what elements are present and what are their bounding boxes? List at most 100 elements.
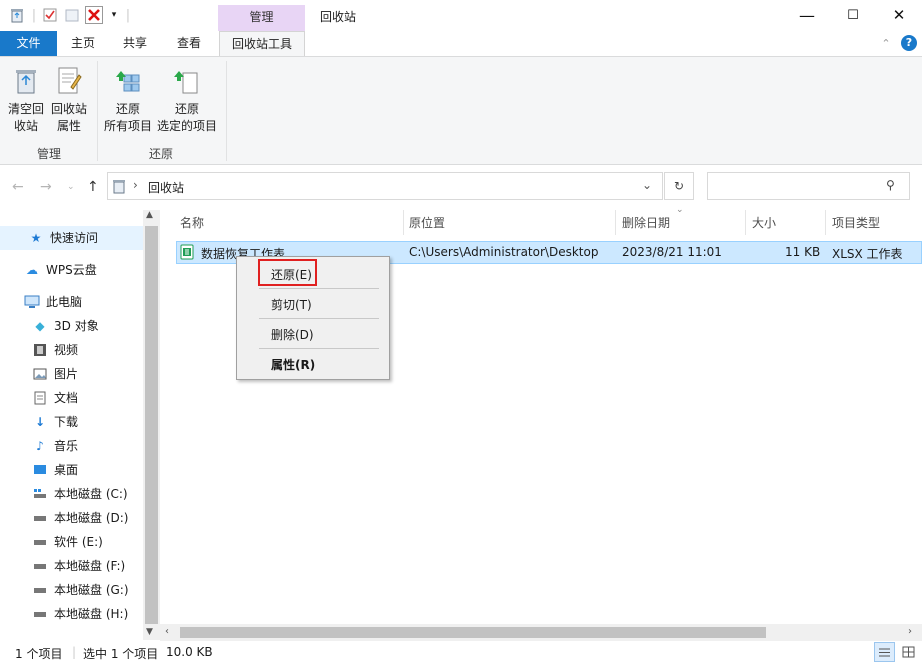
tab-recycle-bin-tools[interactable]: 回收站工具: [219, 31, 305, 57]
breadcrumb-chevron-icon[interactable]: ›: [133, 178, 138, 192]
forward-arrow-icon[interactable]: →: [40, 179, 52, 195]
nav-drive-g[interactable]: 本地磁盘 (G:): [32, 578, 129, 602]
column-header-type[interactable]: 项目类型: [832, 213, 880, 235]
scroll-up-icon[interactable]: ▲: [146, 210, 153, 220]
star-icon: ★: [30, 231, 42, 245]
system-drive-icon: [32, 486, 48, 502]
nav-label: WPS云盘: [46, 263, 97, 277]
nav-label: 本地磁盘 (G:): [54, 583, 129, 597]
empty-recycle-bin-button[interactable]: 清空回 收站: [6, 65, 46, 135]
nav-label: 下载: [54, 415, 79, 429]
status-item-count: 1 个项目: [15, 647, 63, 661]
drive-icon: [32, 558, 48, 574]
file-size: 11 KB: [785, 245, 821, 259]
drive-icon: [32, 510, 48, 526]
recycle-bin-icon: [112, 179, 126, 197]
nav-drive-c[interactable]: 本地磁盘 (C:): [32, 482, 128, 506]
up-arrow-icon[interactable]: ↑: [87, 179, 99, 195]
nav-drive-e[interactable]: 软件 (E:): [32, 530, 103, 554]
status-separator: |: [72, 645, 77, 659]
nav-label: 3D 对象: [54, 319, 99, 333]
restore-selected-button[interactable]: 还原 选定的项目: [155, 65, 219, 135]
nav-downloads[interactable]: ↓ 下载: [32, 410, 78, 434]
scroll-right-icon[interactable]: ›: [908, 626, 912, 637]
column-separator[interactable]: [403, 210, 404, 235]
new-folder-icon[interactable]: [64, 7, 80, 23]
maximize-button[interactable]: ☐: [830, 0, 876, 30]
group-restore-label: 还原: [148, 147, 173, 161]
collapse-ribbon-icon[interactable]: ⌃: [878, 31, 894, 56]
close-button[interactable]: ✕: [876, 0, 922, 30]
menu-item-delete[interactable]: 删除(D): [271, 326, 314, 343]
group-separator: [97, 61, 98, 161]
nav-drive-f[interactable]: 本地磁盘 (F:): [32, 554, 125, 578]
nav-quick-access[interactable]: ★ 快速访问: [0, 226, 143, 250]
nav-label: 音乐: [54, 439, 79, 453]
xlsx-file-icon: [180, 244, 194, 263]
menu-item-properties[interactable]: 属性(R): [271, 356, 315, 373]
nav-desktop[interactable]: 桌面: [32, 458, 78, 482]
column-header-size[interactable]: 大小: [752, 213, 776, 235]
nav-videos[interactable]: 视频: [32, 338, 78, 362]
nav-pictures[interactable]: 图片: [32, 362, 78, 386]
restore-selected-label-1: 还原: [174, 102, 199, 116]
horizontal-scrollbar-thumb[interactable]: [180, 627, 766, 638]
separator-icon: |: [125, 7, 131, 23]
nav-drive-d[interactable]: 本地磁盘 (D:): [32, 506, 128, 530]
film-icon: [32, 342, 48, 358]
restore-all-button[interactable]: 还原 所有项目: [102, 65, 154, 135]
nav-music[interactable]: ♪ 音乐: [32, 434, 78, 458]
file-location: C:\Users\Administrator\Desktop: [409, 245, 599, 259]
column-header-location[interactable]: 原位置: [409, 213, 445, 235]
nav-wps-cloud[interactable]: ☁ WPS云盘: [24, 258, 97, 282]
menu-separator: [259, 288, 379, 289]
music-note-icon: ♪: [36, 439, 44, 453]
nav-drive-h[interactable]: 本地磁盘 (H:): [32, 602, 128, 626]
nav-documents[interactable]: 文档: [32, 386, 78, 410]
restore-all-icon: [112, 65, 144, 97]
restore-selected-label-2: 选定的项目: [156, 119, 217, 133]
scroll-down-icon[interactable]: ▼: [146, 627, 153, 637]
search-input[interactable]: ⚲: [707, 172, 910, 200]
file-type: XLSX 工作表: [832, 247, 903, 261]
nav-3d-objects[interactable]: ◆ 3D 对象: [32, 314, 99, 338]
scroll-left-icon[interactable]: ‹: [165, 626, 169, 637]
breadcrumb-path[interactable]: 回收站: [148, 179, 184, 196]
column-separator[interactable]: [745, 210, 746, 235]
help-icon[interactable]: ?: [901, 35, 917, 51]
nav-label: 本地磁盘 (H:): [54, 607, 129, 621]
restore-highlight-box: [258, 259, 317, 286]
address-bar[interactable]: › 回收站 ⌄: [107, 172, 663, 200]
tab-view[interactable]: 查看: [170, 31, 208, 56]
column-separator[interactable]: [825, 210, 826, 235]
restore-all-label-1: 还原: [115, 102, 140, 116]
recycle-bin-properties-button[interactable]: 回收站 属性: [49, 65, 89, 135]
tab-file[interactable]: 文件: [0, 31, 57, 56]
nav-label: 图片: [54, 367, 79, 381]
column-separator[interactable]: [615, 210, 616, 235]
empty-bin-icon: [10, 65, 42, 97]
column-header-deleted[interactable]: 删除日期: [622, 213, 670, 235]
nav-label: 本地磁盘 (D:): [54, 511, 129, 525]
nav-label: 软件 (E:): [54, 535, 103, 549]
delete-x-icon[interactable]: [84, 5, 104, 25]
nav-label: 视频: [54, 343, 79, 357]
minimize-button[interactable]: —: [784, 0, 830, 30]
nav-this-pc[interactable]: 此电脑: [24, 290, 82, 314]
properties-check-icon[interactable]: [42, 7, 58, 23]
tab-home[interactable]: 主页: [64, 31, 102, 56]
window-title: 回收站: [320, 10, 357, 24]
refresh-icon[interactable]: ↻: [664, 172, 694, 200]
nav-label: 快速访问: [50, 231, 99, 245]
nav-scrollbar-thumb[interactable]: [145, 226, 158, 624]
large-icons-view-icon[interactable]: [899, 644, 917, 660]
menu-item-cut[interactable]: 剪切(T): [271, 296, 312, 313]
recycle-bin-icon: [9, 7, 25, 23]
back-arrow-icon[interactable]: ←: [12, 179, 24, 195]
tab-share[interactable]: 共享: [116, 31, 154, 56]
details-view-icon[interactable]: [874, 642, 895, 662]
menu-separator: [259, 348, 379, 349]
recent-locations-chevron-icon[interactable]: ⌄: [67, 182, 75, 192]
address-dropdown-icon[interactable]: ⌄: [642, 178, 652, 192]
column-header-name[interactable]: 名称: [180, 213, 204, 235]
